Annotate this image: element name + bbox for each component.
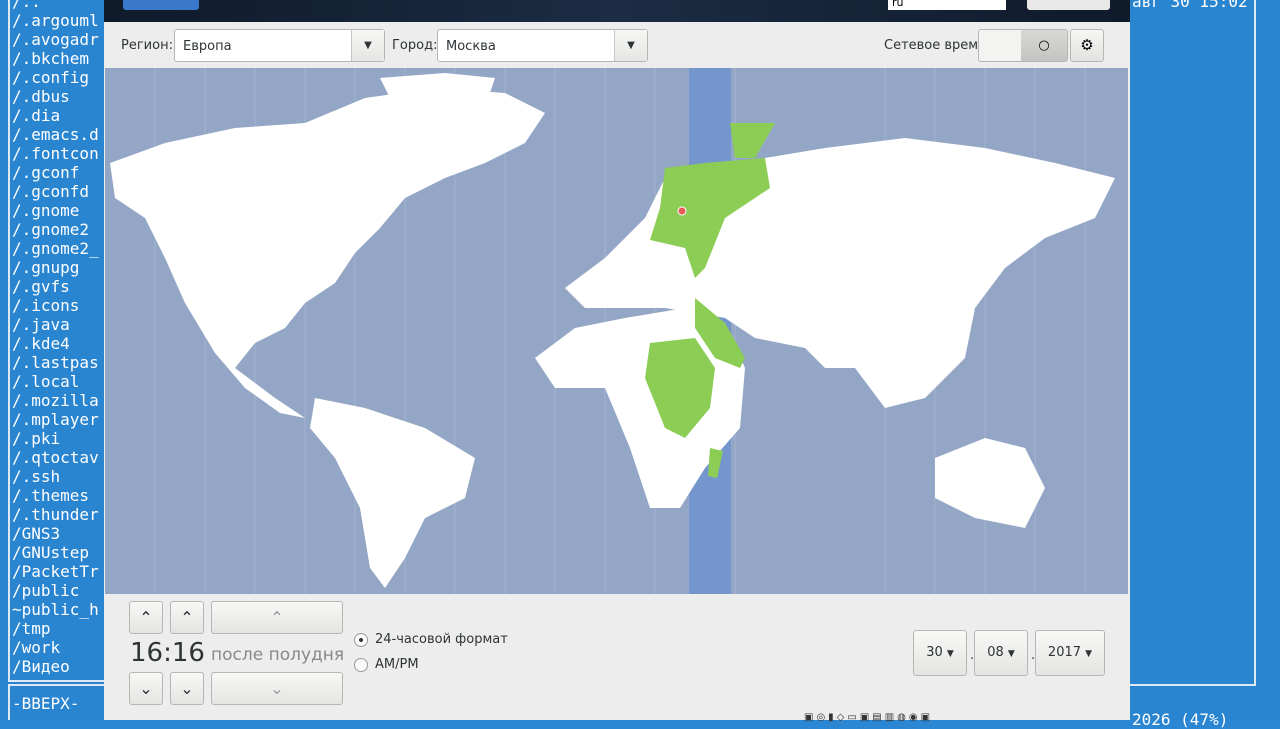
time-display: 16:16	[130, 638, 205, 668]
minute-up-button[interactable]: ⌃	[170, 601, 204, 634]
file-list-item[interactable]: /.gconfd	[10, 182, 108, 201]
file-list-item[interactable]: /public	[10, 581, 108, 600]
period-display: после полудня	[211, 645, 345, 665]
help-button[interactable]	[1027, 0, 1110, 10]
file-list-item[interactable]: /.config	[10, 68, 108, 87]
file-list-item[interactable]: /.gnome	[10, 201, 108, 220]
region-label: Регион:	[121, 38, 173, 53]
hour-up-button[interactable]: ⌃	[129, 601, 163, 634]
file-list-item[interactable]: /.local	[10, 372, 108, 391]
chevron-down-icon: ▼	[351, 30, 384, 61]
day-value: 30	[926, 645, 943, 660]
city-value: Москва	[446, 39, 496, 54]
file-list-item[interactable]: /.themes	[10, 486, 108, 505]
ntp-settings-button[interactable]: ⚙	[1070, 29, 1104, 62]
file-list-item[interactable]: /.avogadr	[10, 30, 108, 49]
region-combo[interactable]: Европа ▼	[174, 29, 385, 62]
radio-unselected	[354, 657, 368, 672]
file-list-item[interactable]: /.thunder	[10, 505, 108, 524]
file-list-item[interactable]: /.gnome2_	[10, 239, 108, 258]
file-list-item[interactable]: /.dia	[10, 106, 108, 125]
file-list-item[interactable]: /.dbus	[10, 87, 108, 106]
file-list: /../.argouml/.avogadr/.bkchem/.config/.d…	[8, 0, 108, 682]
radio-selected	[354, 632, 368, 647]
year-value: 2017	[1047, 645, 1082, 660]
chevron-down-icon: ▼	[1085, 649, 1093, 659]
hour-down-button[interactable]: ⌄	[129, 672, 163, 705]
network-time-toggle[interactable]: ○	[978, 29, 1068, 62]
file-list-item[interactable]: /.fontcon	[10, 144, 108, 163]
file-list-item[interactable]: /.gnome2	[10, 220, 108, 239]
up-label: -ВВЕРХ-	[12, 694, 80, 713]
month-dropdown[interactable]: 08 ▼	[974, 630, 1028, 676]
day-dropdown[interactable]: 30 ▼	[913, 630, 967, 676]
region-value: Европа	[183, 39, 232, 54]
gear-icon: ⚙	[1080, 36, 1094, 54]
file-list-item[interactable]: /.gnupg	[10, 258, 108, 277]
file-list-item[interactable]: /GNS3	[10, 524, 108, 543]
file-list-item[interactable]: /tmp	[10, 619, 108, 638]
format-24h-radio[interactable]: 24-часовой формат	[354, 632, 508, 647]
file-list-item[interactable]: /.argouml	[10, 11, 108, 30]
chevron-down-icon: ▼	[614, 30, 647, 61]
file-list-item[interactable]: /.gconf	[10, 163, 108, 182]
file-list-item[interactable]: /.mplayer	[10, 410, 108, 429]
done-button[interactable]	[123, 0, 199, 10]
file-list-item[interactable]: /.emacs.d	[10, 125, 108, 144]
file-list-item[interactable]: /GNUstep	[10, 543, 108, 562]
file-list-item[interactable]: /.ssh	[10, 467, 108, 486]
toggle-knob: ○	[1021, 30, 1067, 61]
format-24h-label: 24-часовой формат	[375, 632, 508, 647]
timezone-map[interactable]	[105, 68, 1128, 594]
city-combo[interactable]: Москва ▼	[437, 29, 648, 62]
system-tray-icons: ▣◎▮◇▭▣▤▥◍◉▣	[804, 712, 934, 723]
divider	[1254, 0, 1256, 684]
file-list-item[interactable]: /.pki	[10, 429, 108, 448]
minute-down-button[interactable]: ⌄	[170, 672, 204, 705]
month-value: 08	[987, 645, 1004, 660]
datetime-dialog: ru Регион: Европа ▼ Город: Москва ▼ Сете…	[104, 0, 1130, 723]
file-list-item[interactable]: /.qtoctav	[10, 448, 108, 467]
period-up-button[interactable]: ⌃	[211, 601, 343, 634]
file-list-item[interactable]: /.gvfs	[10, 277, 108, 296]
chevron-down-icon: ▼	[1007, 649, 1015, 659]
file-list-item[interactable]: /PacketTr	[10, 562, 108, 581]
dialog-header: ru	[104, 0, 1130, 22]
moscow-marker	[677, 206, 687, 216]
file-list-item[interactable]: ~public_h	[10, 600, 108, 619]
file-list-item[interactable]: /.bkchem	[10, 49, 108, 68]
file-list-item[interactable]: /..	[10, 0, 108, 11]
format-ampm-radio[interactable]: AM/PM	[354, 657, 419, 672]
chevron-down-icon: ▼	[946, 649, 954, 659]
file-list-item[interactable]: /.mozilla	[10, 391, 108, 410]
file-list-item[interactable]: /.java	[10, 315, 108, 334]
network-time-label: Сетевое время	[884, 38, 986, 53]
file-list-item[interactable]: /work	[10, 638, 108, 657]
file-list-item[interactable]: /.kde4	[10, 334, 108, 353]
file-list-item[interactable]: /.lastpas	[10, 353, 108, 372]
terminal-clock: авг 30 15:02	[1132, 0, 1248, 11]
file-list-item[interactable]: /Видео	[10, 657, 108, 676]
format-ampm-label: AM/PM	[375, 657, 419, 672]
keyboard-layout-indicator[interactable]: ru	[888, 0, 1006, 10]
year-dropdown[interactable]: 2017 ▼	[1035, 630, 1105, 676]
city-label: Город:	[392, 38, 438, 53]
period-down-button[interactable]: ⌄	[211, 672, 343, 705]
file-list-item[interactable]: /.icons	[10, 296, 108, 315]
